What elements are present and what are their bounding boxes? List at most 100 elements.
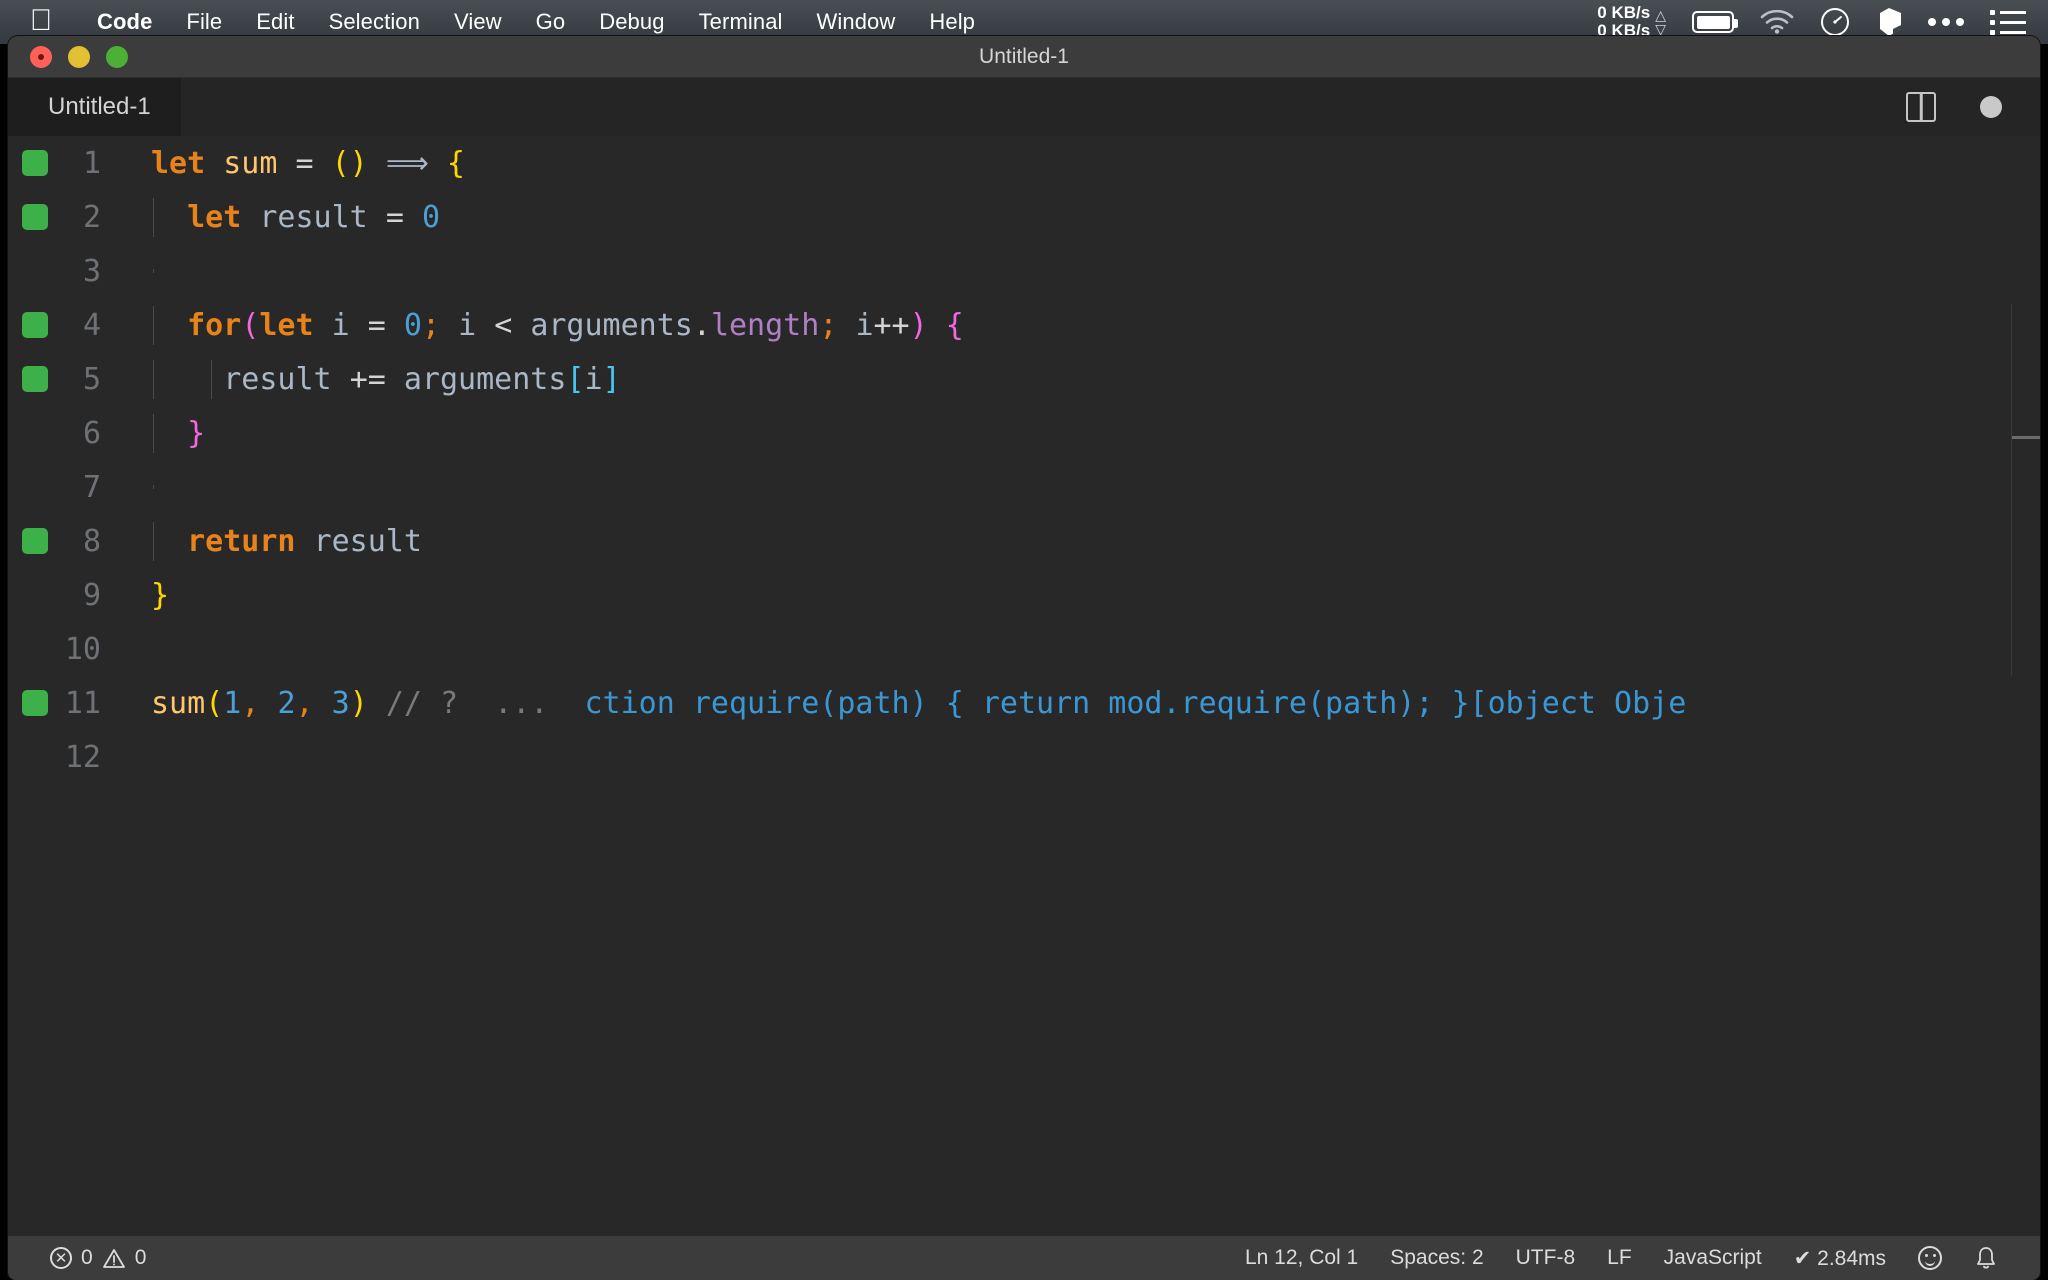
code-line-content[interactable]: } [133, 416, 2040, 451]
editor-tab-bar: Untitled-1 [8, 78, 2040, 136]
list-icon[interactable] [1990, 10, 2026, 35]
minimize-button[interactable] [68, 46, 90, 68]
quokka-coverage-marker [22, 366, 48, 392]
code-token: ) [910, 308, 928, 343]
code-token: 3 [332, 686, 350, 721]
code-token: [ [566, 362, 584, 397]
code-token: ++ [874, 308, 910, 343]
warning-triangle-icon [102, 1248, 126, 1269]
apple-logo-icon[interactable]:  [28, 6, 54, 36]
code-line[interactable]: 7 [8, 460, 2040, 514]
wifi-icon[interactable] [1760, 10, 1794, 34]
battery-icon[interactable] [1692, 11, 1734, 33]
code-token: ) [350, 686, 368, 721]
code-token [350, 308, 368, 343]
warning-count: 0 [135, 1246, 147, 1270]
code-line-content[interactable]: let sum = () ⟹ { [133, 146, 2040, 181]
code-token: 0 [404, 308, 422, 343]
error-circle-icon: ✕ [50, 1247, 72, 1269]
network-upload-speed: 0 KB/s [1597, 4, 1650, 22]
tab-untitled-1[interactable]: Untitled-1 [8, 78, 182, 136]
code-line[interactable]: 10 [8, 622, 2040, 676]
bell-icon [1974, 1245, 1998, 1271]
code-line-content[interactable]: } [133, 578, 2040, 613]
code-token [151, 308, 187, 343]
code-token: , [241, 686, 259, 721]
eol-setting[interactable]: LF [1591, 1246, 1648, 1270]
code-line-content[interactable]: let result = 0 [133, 200, 2040, 235]
network-speed-indicator[interactable]: 0 KB/s 0 KB/s △ ▽ [1597, 4, 1666, 39]
line-number: 12 [8, 740, 133, 775]
code-token: ? [440, 686, 458, 721]
upload-arrow-icon: △ [1655, 8, 1666, 22]
code-line[interactable]: 4 for(let i = 0; i < arguments.length; i… [8, 298, 2040, 352]
code-token: result [259, 200, 367, 235]
code-token [205, 146, 223, 181]
code-line[interactable]: 11sum(1, 2, 3) // ? ... ction require(pa… [8, 676, 2040, 730]
code-line[interactable]: 8 return result [8, 514, 2040, 568]
code-line[interactable]: 12 [8, 730, 2040, 784]
code-line-content[interactable]: for(let i = 0; i < arguments.length; i++… [133, 308, 2040, 343]
code-line[interactable]: 9} [8, 568, 2040, 622]
unsaved-dot-icon[interactable] [1980, 96, 2002, 118]
code-token: sum [223, 146, 277, 181]
overview-ruler-edge [2011, 304, 2012, 676]
status-bar: ✕ 0 0 Ln 12, Col 1 Spaces: 2 UTF-8 LF Ja… [8, 1236, 2040, 1280]
code-token [386, 308, 404, 343]
line-number: 3 [8, 254, 133, 289]
code-line[interactable]: 3 [8, 244, 2040, 298]
dropbox-icon[interactable] [1876, 7, 1902, 37]
indent-guide [153, 306, 154, 345]
code-token: // [386, 686, 422, 721]
code-line-content[interactable]: sum(1, 2, 3) // ? ... ction require(path… [133, 686, 2040, 721]
code-token: sum [151, 686, 205, 721]
notifications-button[interactable] [1958, 1245, 2014, 1271]
code-token [277, 146, 295, 181]
code-token: let [187, 200, 241, 235]
code-line[interactable]: 1let sum = () ⟹ { [8, 136, 2040, 190]
indent-guide [153, 269, 154, 273]
line-number: 10 [8, 632, 133, 667]
window-title: Untitled-1 [8, 45, 2040, 69]
code-line[interactable]: 5 result += arguments[i] [8, 352, 2040, 406]
code-token [151, 524, 187, 559]
language-mode[interactable]: JavaScript [1648, 1246, 1778, 1270]
code-token [368, 146, 386, 181]
code-token: let [259, 308, 313, 343]
indent-guide [153, 414, 154, 453]
code-token: = [386, 200, 404, 235]
code-token [368, 686, 386, 721]
cursor-position[interactable]: Ln 12, Col 1 [1229, 1246, 1374, 1270]
code-line[interactable]: 6 } [8, 406, 2040, 460]
feedback-button[interactable] [1902, 1246, 1958, 1270]
split-editor-icon[interactable] [1906, 92, 1936, 122]
code-editor[interactable]: 1let sum = () ⟹ {2 let result = 034 for(… [8, 136, 2040, 1236]
code-token: 1 [223, 686, 241, 721]
code-line[interactable]: 2 let result = 0 [8, 190, 2040, 244]
problems-status[interactable]: ✕ 0 0 [34, 1246, 162, 1270]
smiley-icon [1918, 1246, 1942, 1270]
tab-label: Untitled-1 [48, 93, 151, 121]
code-token: for [187, 308, 241, 343]
zoom-button[interactable] [106, 46, 128, 68]
speedometer-icon[interactable] [1820, 7, 1850, 37]
code-line-content[interactable]: result += arguments[i] [133, 362, 2040, 397]
code-token [368, 200, 386, 235]
code-token [404, 200, 422, 235]
traffic-light-buttons [8, 46, 128, 68]
code-token: . [693, 308, 711, 343]
quokka-status[interactable]: ✔ 2.84ms [1778, 1246, 1902, 1271]
code-line-content[interactable]: return result [133, 524, 2040, 559]
quokka-coverage-marker [22, 150, 48, 176]
encoding-setting[interactable]: UTF-8 [1500, 1246, 1592, 1270]
code-token: } [187, 416, 205, 451]
ellipsis-icon[interactable] [1928, 18, 1964, 26]
code-token [151, 362, 223, 397]
code-token: 0 [422, 200, 440, 235]
close-button[interactable] [30, 46, 52, 68]
code-token [314, 686, 332, 721]
code-token: length [711, 308, 819, 343]
indentation-setting[interactable]: Spaces: 2 [1374, 1246, 1499, 1270]
code-token: = [368, 308, 386, 343]
code-token [314, 308, 332, 343]
